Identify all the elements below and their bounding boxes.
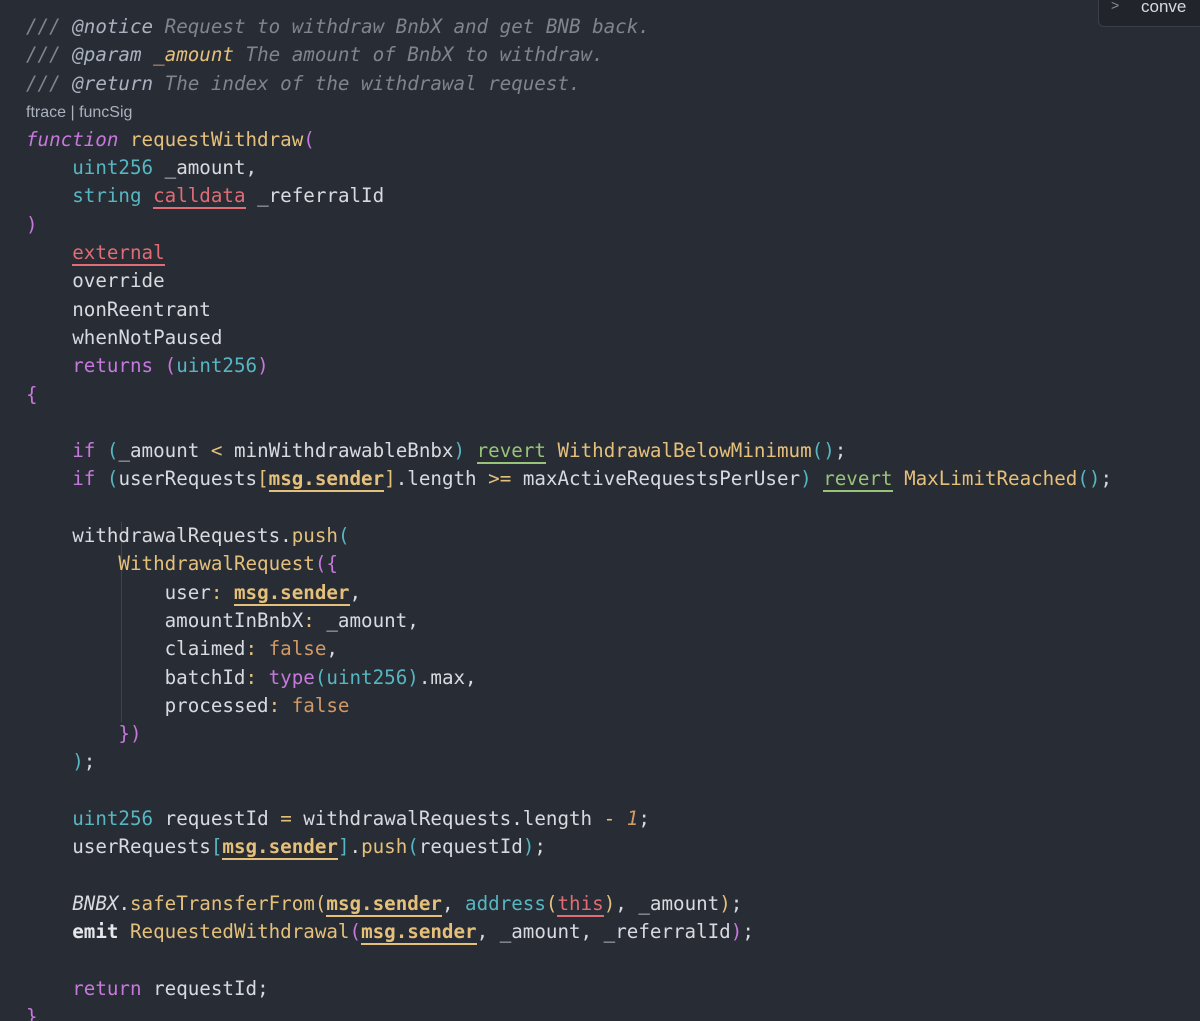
code-line: batchId: type(uint256).max,: [164, 665, 477, 689]
code-line: ): [26, 212, 38, 236]
doc-text: The amount of BnbX to withdraw.: [233, 43, 604, 67]
code-editor[interactable]: > conve /// @notice Request to withdraw …: [0, 0, 1200, 1021]
code-line: uint256 requestId = withdrawalRequests.l…: [72, 807, 650, 831]
code-line: withdrawalRequests.push(: [72, 524, 350, 548]
struct-name: WithdrawalRequest: [118, 552, 315, 576]
return-var: requestId: [153, 976, 258, 1000]
doc-text: Request to withdraw BnbX and get BNB bac…: [153, 15, 650, 38]
code-line: userRequests[msg.sender].push(requestId)…: [72, 835, 546, 861]
chevron-right-icon: >: [1111, 0, 1120, 13]
code-line: user: msg.sender,: [164, 580, 362, 606]
code-line: string calldata _referralId: [72, 184, 385, 210]
code-content[interactable]: /// @notice Request to withdraw BnbX and…: [26, 13, 1112, 1021]
code-line: returns (uint256): [72, 354, 269, 378]
code-line: );: [72, 750, 96, 774]
doc-text: The index of the withdrawal request.: [153, 71, 581, 95]
code-line: claimed: false,: [164, 637, 338, 661]
doc-tag: @notice: [72, 15, 154, 38]
function-name: requestWithdraw: [129, 127, 304, 151]
code-line: BNBX.safeTransferFrom(msg.sender, addres…: [72, 891, 743, 917]
doc-tag: @return: [72, 71, 154, 95]
doc-tag: @param: [72, 43, 142, 67]
code-line: }: [26, 1005, 38, 1021]
code-line: amountInBnbX: _amount,: [164, 608, 419, 632]
codelens-line: ftrace | funcSig: [26, 99, 1112, 123]
chat-panel-tab[interactable]: > conve: [1098, 0, 1200, 27]
code-line: uint256 _amount,: [72, 156, 258, 180]
code-line: nonReentrant: [72, 297, 211, 321]
code-line: if (_amount < minWithdrawableBnbx) rever…: [72, 439, 847, 465]
code-line: whenNotPaused: [72, 325, 223, 349]
modifier-external: external: [72, 241, 165, 267]
code-line: /// @notice Request to withdraw BnbX and…: [26, 15, 650, 38]
code-line: function requestWithdraw(: [26, 127, 315, 151]
code-line: }): [118, 722, 142, 746]
code-line: /// @return The index of the withdrawal …: [26, 71, 581, 95]
doc-param-name: _amount: [153, 43, 234, 67]
code-line: external: [26, 239, 1112, 267]
code-line: /// @param _amount The amount of BnbX to…: [26, 43, 604, 67]
code-line: WithdrawalRequest({: [118, 552, 338, 576]
code-line: override: [72, 269, 165, 293]
error-name: MaxLimitReached: [904, 467, 1078, 491]
code-line: if (userRequests[msg.sender].length >= m…: [72, 467, 1113, 493]
error-squiggle: calldata: [153, 184, 246, 210]
code-line: return requestId;: [72, 976, 269, 1000]
code-line: emit RequestedWithdrawal(msg.sender, _am…: [72, 920, 754, 946]
codelens-links[interactable]: ftrace | funcSig: [26, 104, 132, 121]
error-name: WithdrawalBelowMinimum: [557, 439, 812, 463]
code-line: {: [26, 382, 38, 406]
code-line: processed: false: [164, 693, 350, 717]
chat-panel-label: conve: [1141, 0, 1187, 16]
event-name: RequestedWithdrawal: [130, 920, 350, 944]
